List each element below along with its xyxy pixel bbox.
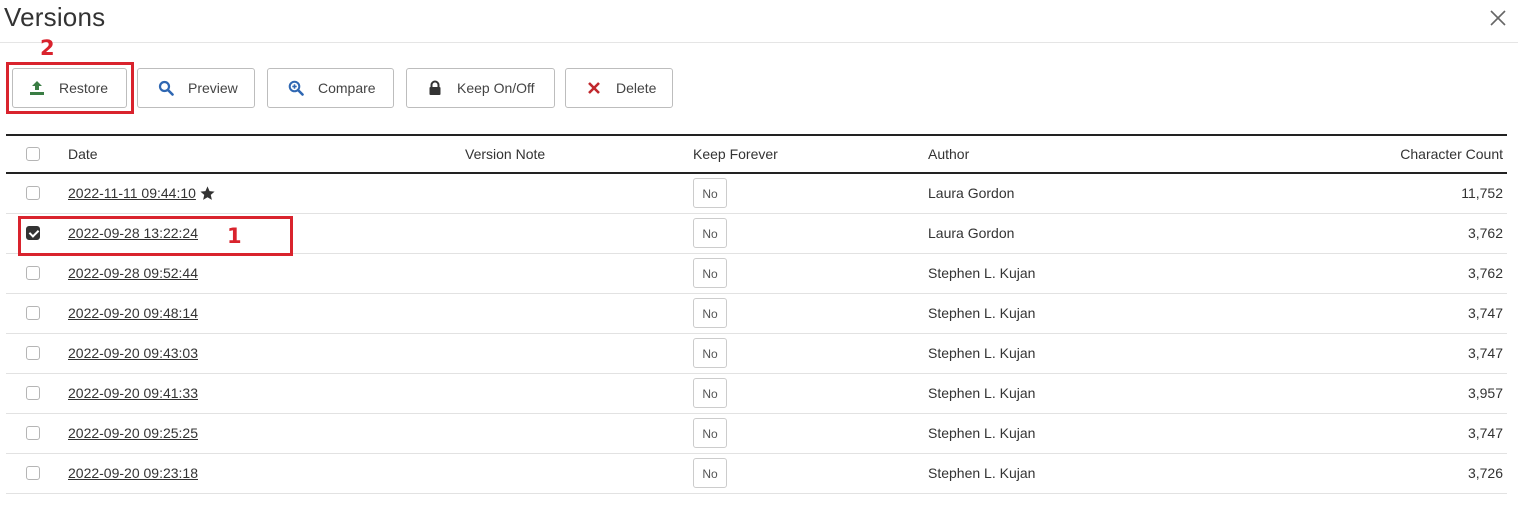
lock-icon [427, 80, 443, 96]
keep-label: Keep On/Off [457, 80, 535, 96]
keep-forever-toggle[interactable]: No [693, 218, 727, 248]
row-checkbox[interactable] [26, 266, 40, 280]
author-cell: Stephen L. Kujan [928, 385, 1036, 401]
keep-forever-toggle[interactable]: No [693, 178, 727, 209]
preview-label: Preview [188, 80, 238, 96]
row-checkbox[interactable] [26, 386, 40, 400]
character-count-cell: 3,747 [1467, 425, 1503, 441]
keep-forever-toggle[interactable]: No [693, 258, 727, 288]
version-note-cell [465, 293, 693, 333]
header-divider [0, 42, 1518, 43]
character-count-cell: 3,762 [1467, 265, 1503, 281]
version-date-link[interactable]: 2022-09-20 09:23:18 [68, 465, 198, 481]
versions-table: Date Version Note Keep Forever Author Ch… [6, 134, 1507, 494]
restore-label: Restore [59, 80, 109, 96]
table-row[interactable]: 2022-11-11 09:44:10 No Laura Gordon 11,752 [6, 173, 1507, 213]
compare-label: Compare [318, 80, 376, 96]
row-checkbox[interactable] [26, 186, 40, 201]
header-date[interactable]: Date [68, 135, 465, 173]
version-date-link[interactable]: 2022-11-11 09:44:10 [68, 185, 196, 201]
select-all-checkbox[interactable] [26, 147, 40, 161]
header-keep-forever: Keep Forever [693, 146, 778, 162]
author-cell: Laura Gordon [928, 185, 1015, 202]
star-icon [199, 185, 216, 202]
upload-icon [29, 80, 45, 96]
version-note-cell [465, 253, 693, 293]
row-checkbox[interactable] [26, 346, 40, 360]
character-count-cell: 3,957 [1467, 385, 1503, 401]
table-row[interactable]: 2022-09-20 09:23:18 No Stephen L. Kujan 3,7… [6, 453, 1507, 493]
keep-forever-toggle[interactable]: No [693, 338, 727, 368]
version-note-cell [465, 333, 693, 373]
table-row[interactable]: 2022-09-28 09:52:44 No Stephen L. Kujan 3,7… [6, 253, 1507, 293]
preview-button[interactable]: Preview [137, 68, 255, 108]
version-date-link[interactable]: 2022-09-28 13:22:24 [68, 225, 198, 241]
character-count-cell: 3,726 [1467, 465, 1503, 481]
version-date-link[interactable]: 2022-09-20 09:48:14 [68, 305, 198, 321]
zoom-in-icon [288, 80, 304, 96]
version-note-cell [465, 213, 693, 253]
x-icon [586, 80, 602, 96]
dialog-title: Versions [4, 2, 106, 32]
version-note-cell [465, 373, 693, 413]
author-cell: Stephen L. Kujan [928, 465, 1036, 481]
version-date-link[interactable]: 2022-09-20 09:43:03 [68, 345, 198, 361]
character-count-cell: 11,752 [1461, 185, 1503, 202]
header-author: Author [928, 146, 970, 162]
keep-on-off-button[interactable]: Keep On/Off [406, 68, 555, 108]
header-version-note: Version Note [465, 146, 546, 162]
author-cell: Laura Gordon [928, 225, 1015, 241]
character-count-cell: 3,762 [1467, 225, 1503, 241]
version-note-cell [465, 173, 693, 213]
version-date-link[interactable]: 2022-09-20 09:25:25 [68, 425, 198, 441]
character-count-cell: 3,747 [1467, 305, 1503, 321]
author-cell: Stephen L. Kujan [928, 425, 1036, 441]
character-count-cell: 3,747 [1467, 345, 1503, 361]
table-header-row: Date Version Note Keep Forever Author Ch… [6, 135, 1507, 173]
restore-button[interactable]: Restore [12, 68, 127, 108]
keep-forever-toggle[interactable]: No [693, 298, 727, 328]
keep-forever-toggle[interactable]: No [693, 378, 727, 408]
version-date-link[interactable]: 2022-09-28 09:52:44 [68, 265, 198, 281]
author-cell: Stephen L. Kujan [928, 265, 1036, 281]
table-row[interactable]: 2022-09-20 09:48:14 No Stephen L. Kujan 3,7… [6, 293, 1507, 333]
row-checkbox[interactable] [26, 226, 40, 240]
row-checkbox[interactable] [26, 466, 40, 480]
delete-label: Delete [616, 80, 657, 96]
table-row[interactable]: 2022-09-20 09:25:25 No Stephen L. Kujan 3,7… [6, 413, 1507, 453]
annotation-step-1: 1 [227, 224, 242, 248]
table-row[interactable]: 2022-09-20 09:43:03 No Stephen L. Kujan 3,7… [6, 333, 1507, 373]
keep-forever-toggle[interactable]: No [693, 458, 727, 488]
delete-button[interactable]: Delete [565, 68, 673, 108]
header-character-count: Character Count [1400, 146, 1503, 162]
author-cell: Stephen L. Kujan [928, 345, 1036, 361]
table-row[interactable]: 2022-09-20 09:41:33 No Stephen L. Kujan 3,9… [6, 373, 1507, 413]
version-note-cell [465, 413, 693, 453]
compare-button[interactable]: Compare [267, 68, 394, 108]
row-checkbox[interactable] [26, 306, 40, 320]
annotation-step-2: 2 [40, 36, 55, 60]
version-note-cell [465, 453, 693, 493]
close-icon[interactable] [1488, 8, 1508, 28]
version-date-link[interactable]: 2022-09-20 09:41:33 [68, 385, 198, 401]
search-icon [158, 80, 174, 96]
keep-forever-toggle[interactable]: No [693, 418, 727, 448]
row-checkbox[interactable] [26, 426, 40, 440]
author-cell: Stephen L. Kujan [928, 305, 1036, 321]
